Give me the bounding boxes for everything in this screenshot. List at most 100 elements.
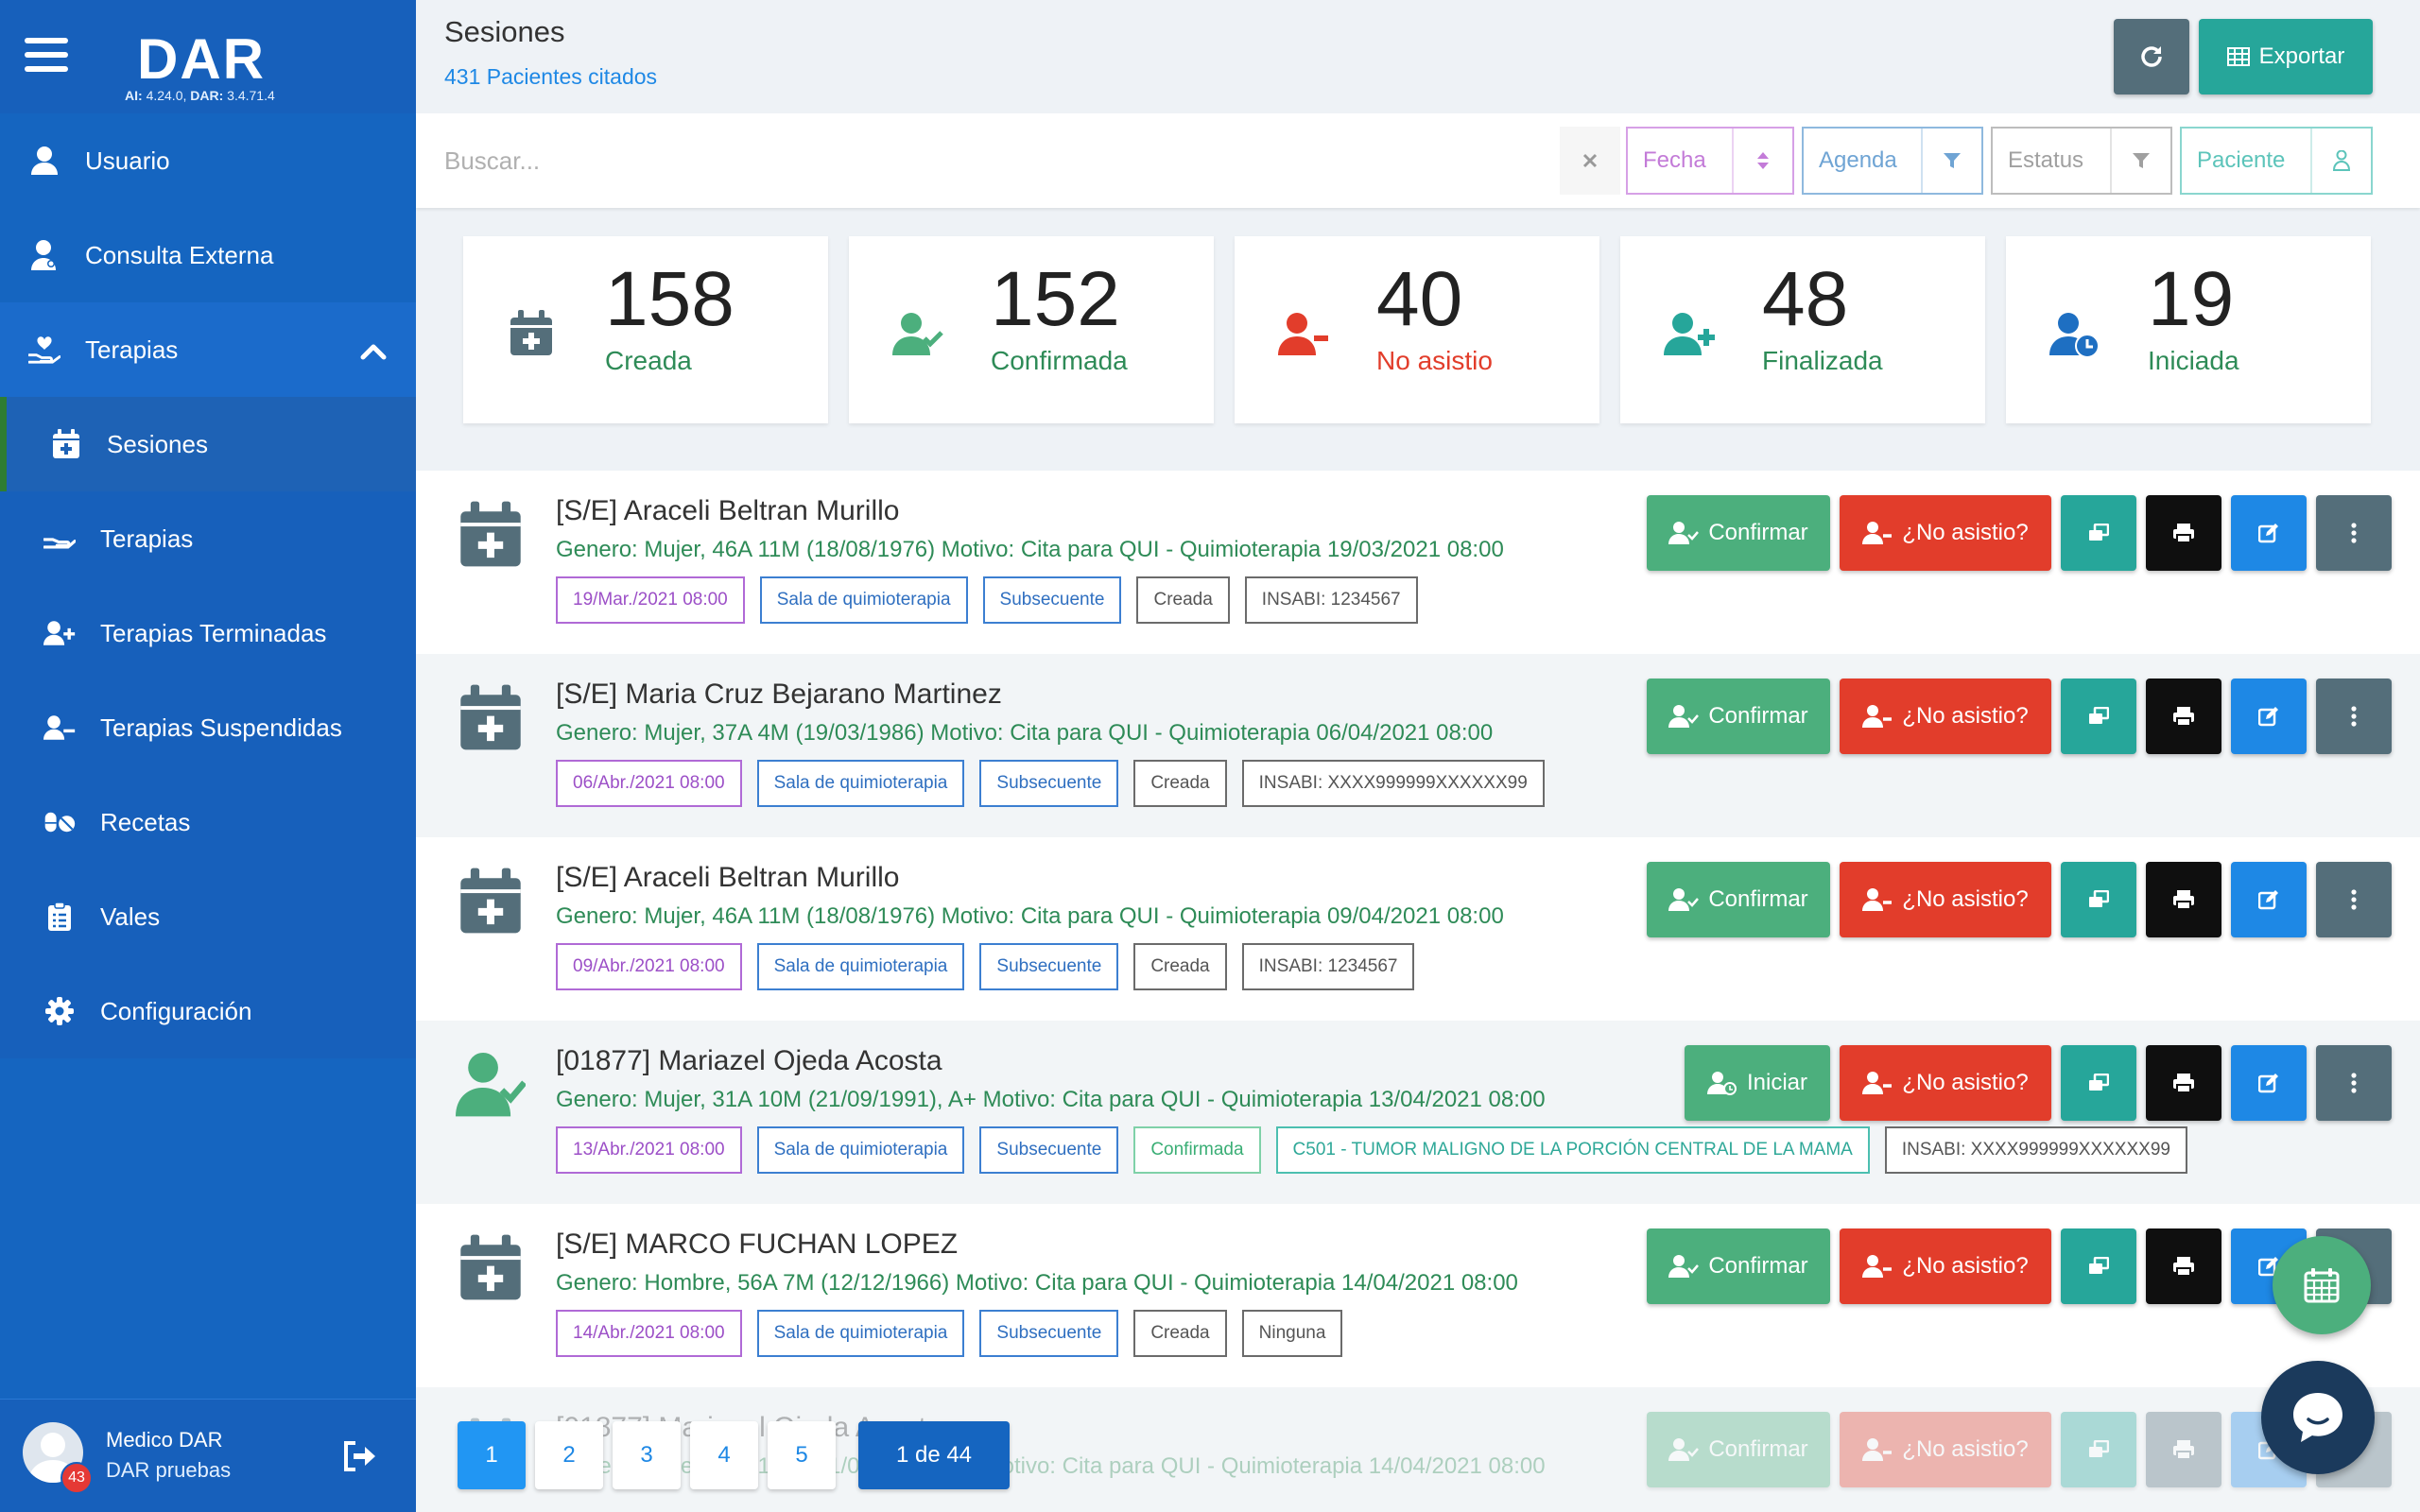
session-row: [01877] Mariazel Ojeda Acosta Genero: Mu…	[416, 1021, 2420, 1204]
insabi-tag: INSABI: XXXX999999XXXXXX99	[1884, 1126, 2187, 1174]
copy-button[interactable]	[2061, 1045, 2136, 1121]
sala-tag: Sala de quimioterapia	[756, 1126, 965, 1174]
copy-button[interactable]	[2061, 679, 2136, 754]
chat-fab-button[interactable]	[2261, 1361, 2375, 1474]
filter-agenda[interactable]: Agenda	[1802, 127, 1983, 195]
more-options-button[interactable]	[2316, 495, 2392, 571]
date-tag: 19/Mar./2021 08:00	[556, 576, 745, 624]
no-show-button[interactable]: ¿No asistio?	[1840, 1412, 2051, 1487]
print-icon	[2173, 1074, 2194, 1093]
version-dar: 3.4.71.4	[227, 88, 275, 103]
stat-confirmada[interactable]: 152 Confirmada	[849, 236, 1214, 423]
more-options-button[interactable]	[2316, 679, 2392, 754]
calendar-fab-button[interactable]	[2273, 1236, 2371, 1334]
sidebar-item-usuario[interactable]: Usuario	[0, 113, 416, 208]
sidebar-item-configuracion[interactable]: Configuración	[0, 964, 416, 1058]
start-button[interactable]: Iniciar	[1685, 1045, 1830, 1121]
edit-button[interactable]	[2231, 1045, 2307, 1121]
user-check-icon	[1668, 888, 1700, 911]
sidebar-item-vales[interactable]: Vales	[0, 869, 416, 964]
copy-button[interactable]	[2061, 495, 2136, 571]
page-button-2[interactable]: 2	[535, 1421, 603, 1489]
print-button[interactable]	[2146, 1045, 2221, 1121]
confirm-button[interactable]: Confirmar	[1647, 1412, 1830, 1487]
sidebar-item-terapias-terminadas[interactable]: Terapias Terminadas	[0, 586, 416, 680]
print-button[interactable]	[2146, 495, 2221, 571]
start-label: Iniciar	[1746, 1070, 1808, 1095]
sala-tag: Sala de quimioterapia	[756, 760, 965, 807]
copy-icon	[2089, 707, 2109, 724]
confirm-button[interactable]: Confirmar	[1647, 1228, 1830, 1304]
no-show-label: ¿No asistio?	[1902, 1436, 2029, 1462]
filter-fecha-label: Fecha	[1643, 147, 1706, 173]
page-button-4[interactable]: 4	[690, 1421, 758, 1489]
sidebar-group-terapias: Terapias Sesiones Terapias Terapias Term…	[0, 302, 416, 1058]
export-button[interactable]: Exportar	[2199, 19, 2373, 94]
stat-finalizada[interactable]: 48 Finalizada	[1620, 236, 1985, 423]
notification-badge[interactable]: 43	[60, 1462, 93, 1494]
sidebar-item-label: Terapias	[85, 335, 179, 364]
page-title: Sesiones	[444, 15, 565, 48]
clear-search-button[interactable]	[1560, 127, 1620, 195]
patient-name[interactable]: [01877] Mariazel Ojeda Acosta	[556, 1045, 942, 1077]
calendar-plus-icon	[50, 428, 82, 460]
print-button[interactable]	[2146, 679, 2221, 754]
stat-iniciada[interactable]: 19 Iniciada	[2006, 236, 2371, 423]
search-bar: Fecha Agenda Estatus Paciente	[416, 113, 2420, 208]
no-show-button[interactable]: ¿No asistio?	[1840, 1228, 2051, 1304]
sidebar-item-terapias[interactable]: Terapias	[0, 491, 416, 586]
sidebar-item-label: Terapias	[100, 524, 194, 553]
confirm-button[interactable]: Confirmar	[1647, 679, 1830, 754]
no-show-button[interactable]: ¿No asistio?	[1840, 679, 2051, 754]
edit-button[interactable]	[2231, 679, 2307, 754]
calendar-plus-icon	[510, 310, 552, 355]
sidebar-item-recetas[interactable]: Recetas	[0, 775, 416, 869]
patient-name[interactable]: [S/E] MARCO FUCHAN LOPEZ	[556, 1228, 958, 1261]
page-button-3[interactable]: 3	[613, 1421, 681, 1489]
no-show-button[interactable]: ¿No asistio?	[1840, 862, 2051, 937]
sidebar: DAR AI: 4.24.0, DAR: 3.4.71.4 Usuario Co…	[0, 0, 416, 1512]
page-button-5[interactable]: 5	[768, 1421, 836, 1489]
stat-creada[interactable]: 158 Creada	[463, 236, 828, 423]
copy-button[interactable]	[2061, 862, 2136, 937]
more-options-button[interactable]	[2316, 1045, 2392, 1121]
calendar-plus-icon	[460, 684, 521, 750]
print-button[interactable]	[2146, 862, 2221, 937]
close-icon	[1582, 153, 1598, 168]
user-minus-icon	[43, 712, 76, 744]
export-label: Exportar	[2258, 43, 2345, 69]
page-button-1[interactable]: 1	[458, 1421, 526, 1489]
sidebar-item-terapias-suspendidas[interactable]: Terapias Suspendidas	[0, 680, 416, 775]
confirm-button[interactable]: Confirmar	[1647, 862, 1830, 937]
refresh-button[interactable]	[2114, 19, 2189, 94]
patient-name[interactable]: [S/E] Araceli Beltran Murillo	[556, 495, 899, 527]
print-button[interactable]	[2146, 1412, 2221, 1487]
confirm-button[interactable]: Confirmar	[1647, 495, 1830, 571]
stat-label: Finalizada	[1762, 346, 1883, 375]
edit-button[interactable]	[2231, 495, 2307, 571]
copy-icon	[2089, 1440, 2109, 1457]
sidebar-item-consulta-externa[interactable]: Consulta Externa	[0, 208, 416, 302]
chevron-up-icon[interactable]	[357, 335, 389, 367]
patient-name[interactable]: [S/E] Araceli Beltran Murillo	[556, 862, 899, 894]
print-button[interactable]	[2146, 1228, 2221, 1304]
copy-button[interactable]	[2061, 1228, 2136, 1304]
stat-no-asistio[interactable]: 40 No asistio	[1235, 236, 1599, 423]
page-total[interactable]: 1 de 44	[858, 1421, 1010, 1489]
hamburger-menu-icon[interactable]	[25, 38, 68, 72]
chat-icon	[2293, 1393, 2342, 1442]
session-row: [S/E] MARCO FUCHAN LOPEZ Genero: Hombre,…	[416, 1204, 2420, 1387]
filter-estatus[interactable]: Estatus	[1991, 127, 2172, 195]
edit-button[interactable]	[2231, 862, 2307, 937]
filter-paciente[interactable]: Paciente	[2180, 127, 2373, 195]
filter-fecha[interactable]: Fecha	[1626, 127, 1794, 195]
sidebar-item-sesiones[interactable]: Sesiones	[0, 397, 416, 491]
no-show-button[interactable]: ¿No asistio?	[1840, 1045, 2051, 1121]
sidebar-item-terapias-group[interactable]: Terapias	[0, 302, 416, 397]
no-show-button[interactable]: ¿No asistio?	[1840, 495, 2051, 571]
patient-name[interactable]: [S/E] Maria Cruz Bejarano Martinez	[556, 679, 1002, 711]
more-options-button[interactable]	[2316, 862, 2392, 937]
logout-icon[interactable]	[340, 1437, 378, 1475]
copy-button[interactable]	[2061, 1412, 2136, 1487]
sala-tag: Sala de quimioterapia	[756, 943, 965, 990]
